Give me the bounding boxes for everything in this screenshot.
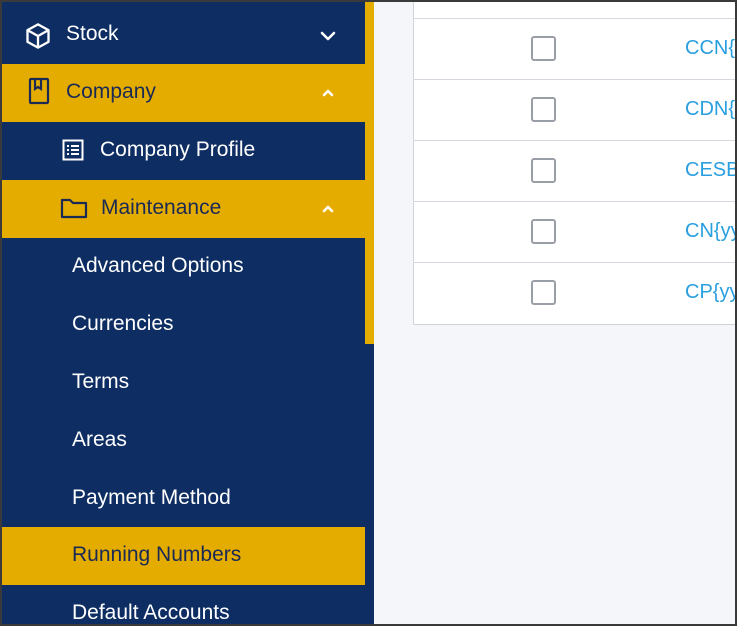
row-code-link[interactable]: CESB- [685, 159, 735, 182]
chevron-down-icon[interactable] [318, 26, 338, 46]
app-window: Stock Company Company Profile Maintenanc… [0, 0, 737, 626]
row-checkbox[interactable] [531, 219, 556, 244]
chevron-up-icon[interactable] [318, 199, 338, 219]
table-row[interactable]: CP{yy [414, 262, 735, 323]
sidebar-item-label: Company [66, 80, 156, 103]
book-icon [28, 77, 50, 105]
folder-icon [60, 196, 88, 220]
sidebar-item-label: Stock [66, 22, 119, 45]
sidebar-item-label: Running Numbers [72, 543, 242, 566]
sidebar-item-label: Advanced Options [72, 254, 244, 277]
sidebar-item-advanced-options[interactable]: Advanced Options [2, 238, 365, 296]
sidebar-item-default-accounts[interactable]: Default Accounts [2, 585, 365, 624]
sidebar-item-company-profile[interactable]: Company Profile [2, 122, 365, 180]
sidebar-item-currencies[interactable]: Currencies [2, 296, 365, 354]
row-code-link[interactable]: CN{yy [685, 220, 735, 243]
sidebar-accent-strip [365, 2, 374, 344]
sidebar-item-terms[interactable]: Terms [2, 354, 365, 412]
sidebar-item-label: Default Accounts [72, 601, 230, 624]
main-content: CCN{ CDN{ CESB- CN{yy CP{yy [374, 2, 735, 624]
row-code-link[interactable]: CP{yy [685, 281, 735, 304]
row-checkbox[interactable] [531, 97, 556, 122]
sidebar-item-areas[interactable]: Areas [2, 412, 365, 470]
sidebar-item-company[interactable]: Company [2, 64, 365, 122]
sidebar-item-payment-method[interactable]: Payment Method [2, 470, 365, 528]
row-checkbox[interactable] [531, 280, 556, 305]
sidebar-item-maintenance[interactable]: Maintenance [2, 180, 365, 238]
row-code-link[interactable]: CCN{ [685, 37, 735, 60]
table-row[interactable]: CCN{ [414, 18, 735, 79]
sidebar-item-label: Maintenance [101, 196, 222, 219]
running-numbers-table: CCN{ CDN{ CESB- CN{yy CP{yy [413, 2, 735, 325]
box-icon [24, 22, 52, 50]
sidebar-item-running-numbers[interactable]: Running Numbers [2, 527, 365, 585]
list-icon [62, 139, 84, 161]
sidebar: Stock Company Company Profile Maintenanc… [2, 2, 374, 624]
table-row[interactable]: CN{yy [414, 201, 735, 262]
sidebar-item-label: Currencies [72, 312, 174, 335]
sidebar-item-label: Payment Method [72, 486, 231, 509]
sidebar-item-label: Areas [72, 428, 127, 451]
chevron-up-icon[interactable] [318, 83, 338, 103]
row-code-link[interactable]: CDN{ [685, 98, 735, 121]
row-checkbox[interactable] [531, 158, 556, 183]
sidebar-item-label: Company Profile [100, 138, 256, 161]
sidebar-item-label: Terms [72, 370, 130, 393]
row-checkbox[interactable] [531, 36, 556, 61]
sidebar-item-stock[interactable]: Stock [2, 6, 365, 64]
table-row[interactable]: CESB- [414, 140, 735, 201]
table-row[interactable]: CDN{ [414, 79, 735, 140]
